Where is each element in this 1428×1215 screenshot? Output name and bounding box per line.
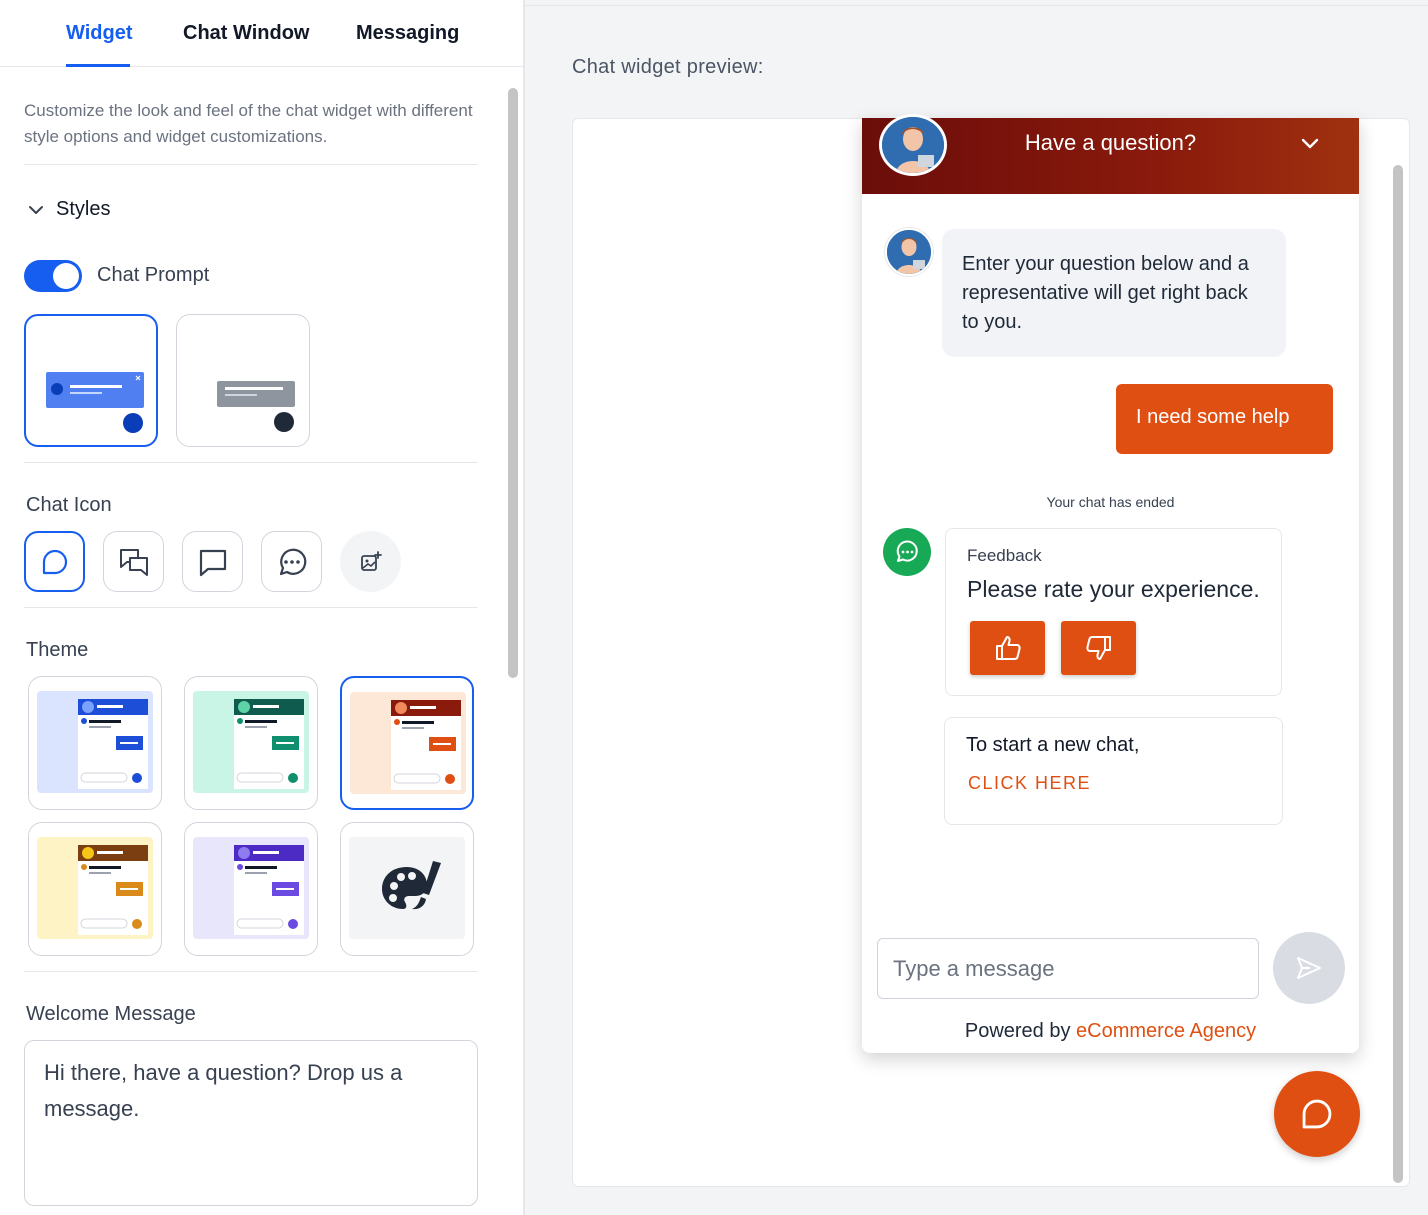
styles-heading: Styles — [56, 198, 111, 220]
agent-message: Enter your question below and a represen… — [942, 229, 1286, 357]
feedback-avatar — [883, 528, 931, 576]
chat-header: Have a question? — [862, 114, 1359, 194]
chat-icon-option-1[interactable] — [24, 531, 85, 592]
theme-option-custom[interactable] — [340, 822, 474, 956]
prompt-preview-gray-icon — [217, 381, 295, 432]
welcome-message-textarea[interactable]: Hi there, have a question? Drop us a mes… — [24, 1040, 478, 1206]
chat-icon-option-3[interactable] — [182, 531, 243, 592]
preview-scrollbar[interactable] — [1393, 165, 1403, 1183]
thumbs-up-button[interactable] — [970, 621, 1045, 675]
chat-icon-option-4[interactable] — [261, 531, 322, 592]
settings-scrollbar[interactable] — [508, 88, 518, 678]
styles-section-toggle[interactable]: Styles — [26, 198, 110, 221]
settings-panel: Widget Chat Window Messaging Customize t… — [0, 0, 524, 1215]
theme-preview — [350, 692, 466, 794]
message-input[interactable]: Type a message — [877, 938, 1259, 999]
thumbs-down-button[interactable] — [1061, 621, 1136, 675]
theme-heading: Theme — [26, 639, 89, 661]
prompt-preview-blue-icon — [46, 372, 144, 433]
chat-icon-option-2[interactable] — [103, 531, 164, 592]
widget-description: Customize the look and feel of the chat … — [24, 101, 473, 146]
message-input-placeholder: Type a message — [893, 955, 1055, 981]
palette-icon — [382, 861, 441, 910]
theme-option-blue[interactable] — [28, 676, 162, 810]
preview-panel: Chat widget preview: Have a question? En… — [525, 0, 1428, 1215]
theme-option-purple[interactable] — [184, 822, 318, 956]
chat-icon-upload[interactable] — [340, 531, 401, 592]
welcome-message-heading: Welcome Message — [26, 1003, 196, 1025]
chat-window: Have a question? Enter your question bel… — [862, 114, 1359, 1053]
powered-by-brand-link[interactable]: eCommerce Agency — [1076, 1020, 1256, 1042]
tab-chat-window[interactable]: Chat Window — [183, 22, 309, 45]
chat-prompt-toggle[interactable] — [24, 260, 82, 292]
thumbs-down-icon — [1085, 636, 1111, 660]
send-button[interactable] — [1273, 932, 1345, 1004]
settings-content: Customize the look and feel of the chat … — [0, 68, 500, 1215]
thumbs-up-icon — [995, 636, 1021, 660]
theme-preview — [37, 691, 153, 793]
theme-preview — [349, 837, 465, 939]
chat-header-title: Have a question? — [1024, 130, 1197, 155]
chat-ended-notice: Your chat has ended — [1046, 494, 1175, 510]
powered-by: Powered by eCommerce Agency — [862, 1020, 1359, 1043]
feedback-question: Please rate your experience. — [967, 576, 1260, 602]
chevron-down-icon — [29, 205, 43, 214]
divider — [24, 164, 478, 165]
send-icon — [1297, 957, 1321, 979]
agent-avatar — [885, 228, 933, 276]
divider — [525, 5, 1428, 6]
settings-tabs: Widget Chat Window Messaging — [0, 0, 524, 67]
feedback-card: Feedback Please rate your experience. — [945, 528, 1282, 696]
user-message: I need some help — [1116, 384, 1333, 454]
new-chat-text: To start a new chat, — [966, 734, 1140, 756]
theme-preview — [37, 837, 153, 939]
powered-by-label: Powered by — [964, 1020, 1071, 1042]
theme-preview — [193, 691, 309, 793]
theme-option-teal[interactable] — [184, 676, 318, 810]
active-tab-indicator — [66, 64, 130, 67]
chat-bubble-round-icon — [1302, 1099, 1332, 1129]
chat-bubbles-double-icon — [119, 548, 148, 576]
chat-icon-heading: Chat Icon — [26, 494, 112, 516]
preview-label: Chat widget preview: — [572, 56, 764, 78]
chat-bubble-dots-icon — [896, 540, 918, 562]
new-chat-link[interactable]: CLICK HERE — [968, 773, 1091, 794]
toggle-knob — [53, 263, 79, 289]
prompt-style-option-gray[interactable] — [176, 314, 310, 447]
chat-launcher-button[interactable] — [1274, 1071, 1360, 1157]
chevron-down-icon — [1301, 138, 1319, 149]
theme-preview — [193, 837, 309, 939]
prompt-style-option-blue[interactable] — [24, 314, 158, 447]
theme-option-orange[interactable] — [340, 676, 474, 810]
feedback-title: Feedback — [967, 546, 1042, 565]
divider — [24, 971, 478, 972]
chat-prompt-label: Chat Prompt — [97, 264, 210, 286]
minimize-button[interactable] — [1299, 132, 1321, 159]
upload-image-icon — [360, 550, 382, 571]
divider — [24, 607, 478, 608]
tab-widget[interactable]: Widget — [66, 22, 132, 45]
theme-option-yellow[interactable] — [28, 822, 162, 956]
chat-bubble-round-icon — [42, 549, 67, 574]
chat-bubble-dots-icon — [279, 548, 306, 575]
new-chat-card: To start a new chat, CLICK HERE — [944, 717, 1283, 825]
chat-bubble-square-icon — [199, 549, 226, 576]
divider — [24, 462, 478, 463]
tab-messaging[interactable]: Messaging — [356, 22, 459, 45]
